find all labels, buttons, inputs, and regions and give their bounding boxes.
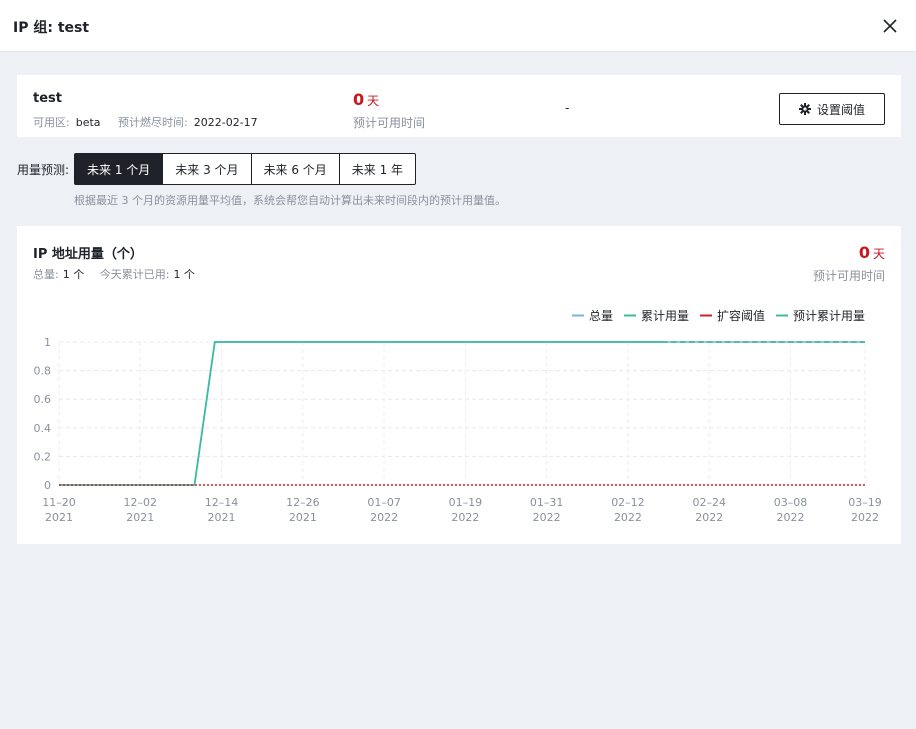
close-icon <box>883 19 897 33</box>
x-tick-label: 12–02 <box>124 496 158 509</box>
x-tick-year: 2022 <box>614 511 642 524</box>
days-label: 预计可用时间 <box>353 116 426 130</box>
y-tick-label: 0.2 <box>34 450 52 463</box>
x-tick-year: 2022 <box>776 511 804 524</box>
days-unit: 天 <box>367 94 380 108</box>
legend-label: 预计累计用量 <box>793 309 865 323</box>
usage-line-chart: 0 0.2 0.4 0.6 0.8 1 11–20 2021 12–02 2021 12–14 202… <box>34 308 882 524</box>
x-tick-label: 03–08 <box>774 496 808 509</box>
x-tick-label: 02–24 <box>692 496 726 509</box>
x-tick-year: 2021 <box>208 511 236 524</box>
x-tick-year: 2021 <box>289 511 317 524</box>
x-tick-label: 12–26 <box>286 496 320 509</box>
x-tick-year: 2022 <box>533 511 561 524</box>
x-tick-label: 01–19 <box>449 496 483 509</box>
zone-label: 可用区: <box>33 116 70 129</box>
forecast-option-4[interactable]: 未来 1 年 <box>339 153 417 185</box>
x-tick-label: 02–12 <box>611 496 645 509</box>
forecast-label: 用量预测: <box>17 163 70 177</box>
forecast-option-1[interactable]: 未来 1 个月 <box>74 153 164 185</box>
x-tick-label: 01–31 <box>530 496 564 509</box>
summary-card: test 可用区: beta 预计燃尽时间: 2022-02-17 0天 预计可用时… <box>17 75 901 137</box>
summary-dash: - <box>565 101 570 115</box>
x-tick-label: 11–20 <box>42 496 76 509</box>
series-line-1 <box>59 341 865 486</box>
x-tick-label: 03–19 <box>848 496 882 509</box>
x-tick-label: 01–07 <box>367 496 401 509</box>
y-tick-label: 0.8 <box>34 365 52 378</box>
x-tick-year: 2022 <box>370 511 398 524</box>
x-tick-year: 2021 <box>45 511 73 524</box>
zone-value: beta <box>75 116 101 129</box>
days-value: 0 <box>353 90 365 109</box>
y-tick-label: 0 <box>44 479 51 492</box>
forecast-hint: 根据最近 3 个月的资源用量平均值，系统会帮您自动计算出未来时间段内的预计用量值… <box>74 194 506 207</box>
series-line-2 <box>59 341 662 486</box>
gear-icon <box>798 103 811 115</box>
legend-label: 累计用量 <box>641 309 689 323</box>
close-button[interactable] <box>880 16 900 36</box>
set-threshold-label: 设置阈值 <box>816 102 865 117</box>
dialog-title: IP 组: test <box>13 20 90 36</box>
y-tick-label: 1 <box>44 336 51 349</box>
x-tick-label: 12–14 <box>205 496 239 509</box>
dialog-header: IP 组: test <box>0 0 916 52</box>
legend-label: 总量 <box>589 309 613 323</box>
summary-days: 0天 <box>353 90 379 109</box>
forecast-range-selector: 未来 1 个月 未来 3 个月 未来 6 个月 未来 1 年 <box>74 153 417 185</box>
y-tick-label: 0.4 <box>34 422 52 435</box>
forecast-option-3[interactable]: 未来 6 个月 <box>251 153 340 185</box>
ip-group-name: test <box>33 91 62 106</box>
legend-label: 扩容阈值 <box>717 308 765 323</box>
forecast-option-2[interactable]: 未来 3 个月 <box>163 153 252 185</box>
exhaust-label: 预计燃尽时间: <box>118 116 188 129</box>
x-tick-year: 2022 <box>695 511 723 524</box>
x-tick-year: 2022 <box>451 511 479 524</box>
usage-chart-card: IP 地址用量（个） 总量: 1 个 今天累计已用: 1 个 0天 预计可用时间 0… <box>17 226 901 544</box>
exhaust-value: 2022-02-17 <box>193 116 258 129</box>
x-tick-year: 2021 <box>126 511 154 524</box>
x-tick-year: 2022 <box>851 511 879 524</box>
summary-meta: 可用区: beta 预计燃尽时间: 2022-02-17 <box>33 114 258 130</box>
set-threshold-button[interactable]: 设置阈值 <box>779 93 885 125</box>
y-tick-label: 0.6 <box>34 393 52 406</box>
